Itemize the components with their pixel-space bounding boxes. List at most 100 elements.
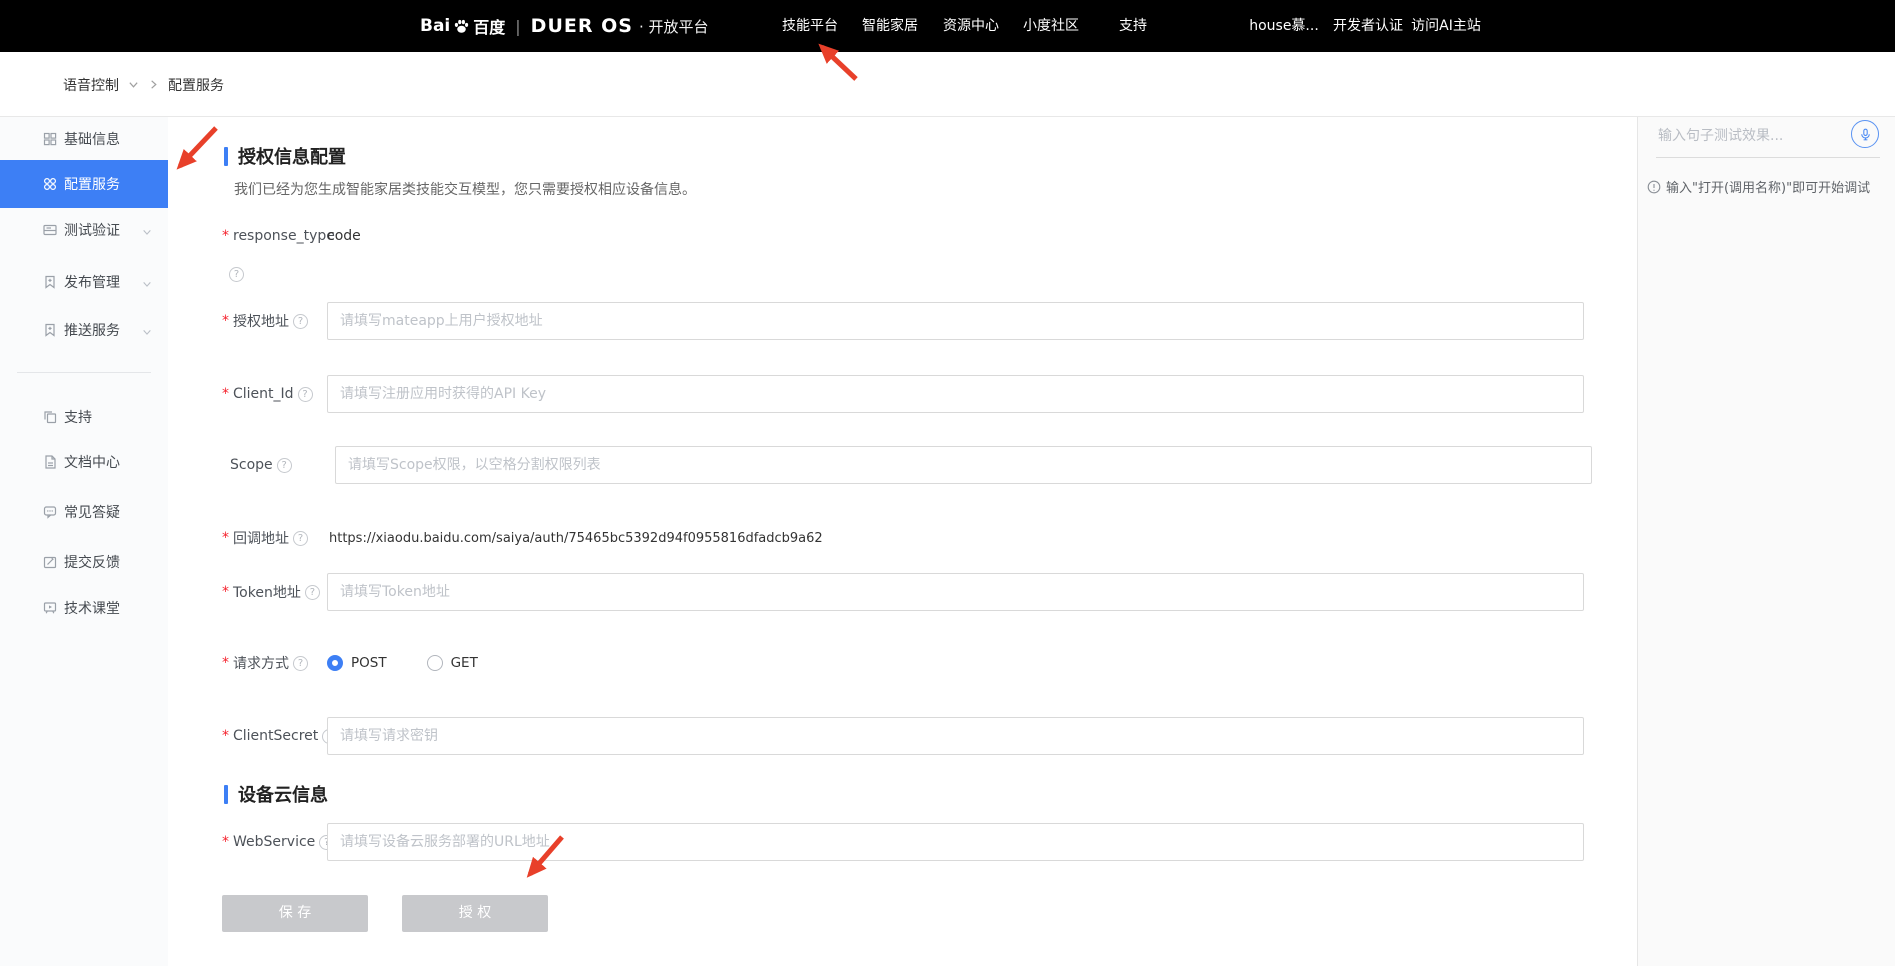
field-row-web-service: WebService xyxy=(222,823,1584,861)
sidebar-link-faq[interactable]: 常见答疑 xyxy=(0,490,168,534)
field-label: response_type xyxy=(222,228,327,244)
field-label: 回调地址 xyxy=(222,528,327,548)
title-accent-bar xyxy=(224,785,228,804)
brand-logo[interactable]: Bai 百度 | DUER OS · 开放平台 xyxy=(420,0,708,52)
help-icon[interactable] xyxy=(277,458,292,473)
radio-get[interactable] xyxy=(427,655,443,671)
token-url-input[interactable] xyxy=(327,573,1584,611)
test-card-icon xyxy=(42,222,58,238)
breadcrumb-parent[interactable]: 语音控制 xyxy=(63,75,119,95)
radio-post-label: POST xyxy=(351,655,387,671)
breadcrumb: 语音控制 配置服务 xyxy=(63,52,224,117)
dueros-wordmark: DUER OS xyxy=(531,15,633,37)
field-row-request-method: 请求方式 POST GET xyxy=(222,644,478,682)
chevron-down-icon xyxy=(142,325,152,335)
sidebar-link-doc-center[interactable]: 文档中心 xyxy=(0,440,168,484)
client-id-input[interactable] xyxy=(327,375,1584,413)
help-icon[interactable] xyxy=(229,267,244,282)
field-label: 请求方式 xyxy=(222,653,327,673)
nav-item-smart-home[interactable]: 智能家居 xyxy=(862,0,918,52)
help-icon[interactable] xyxy=(298,387,313,402)
sidebar-item-label: 基础信息 xyxy=(64,129,120,149)
brand-divider: | xyxy=(515,17,520,36)
user-account[interactable]: house慕... xyxy=(1249,0,1319,52)
field-row-client-secret: ClientSecret xyxy=(222,717,1584,755)
test-tip-text: 输入"打开(调用名称)"即可开始调试 xyxy=(1666,177,1870,196)
sidebar-link-tech-class[interactable]: 技术课堂 xyxy=(0,586,168,630)
help-icon[interactable] xyxy=(305,585,320,600)
nav-item-support[interactable]: 支持 xyxy=(1119,0,1147,52)
info-icon xyxy=(1647,180,1661,194)
field-label: Token地址 xyxy=(222,582,327,602)
document-icon xyxy=(42,454,58,470)
help-icon[interactable] xyxy=(293,314,308,329)
field-row-scope: Scope xyxy=(222,446,1592,484)
response-type-value: code xyxy=(327,228,361,244)
sidebar-item-label: 发布管理 xyxy=(64,272,120,292)
section-title-text: 授权信息配置 xyxy=(238,143,346,169)
title-accent-bar xyxy=(224,147,228,166)
top-navbar: Bai 百度 | DUER OS · 开放平台 技能平台 智能家居 资源中心 小… xyxy=(0,0,1895,52)
sidebar-divider xyxy=(17,372,151,373)
nav-item-visit-ai-site[interactable]: 访问AI主站 xyxy=(1411,0,1481,52)
sidebar-link-feedback[interactable]: 提交反馈 xyxy=(0,540,168,584)
dueros-console-page: Bai 百度 | DUER OS · 开放平台 技能平台 智能家居 资源中心 小… xyxy=(0,0,1895,966)
chevron-down-icon[interactable] xyxy=(128,79,139,90)
field-row-response-type: response_type code xyxy=(222,217,361,255)
sidebar-item-label: 配置服务 xyxy=(64,174,120,194)
field-row-client-id: Client_Id xyxy=(222,375,1584,413)
authorize-button[interactable]: 授 权 xyxy=(402,895,548,932)
chevron-right-icon xyxy=(148,79,159,90)
web-service-input[interactable] xyxy=(327,823,1584,861)
sidebar-item-config-service[interactable]: 配置服务 xyxy=(0,160,168,208)
sidebar-item-label: 测试验证 xyxy=(64,220,120,240)
open-platform-label: · 开放平台 xyxy=(639,16,709,37)
help-icon[interactable] xyxy=(293,531,308,546)
field-row-callback-url: 回调地址 https://xiaodu.baidu.com/saiya/auth… xyxy=(222,519,823,557)
left-sidebar: 基础信息 配置服务 测试验证 xyxy=(0,117,168,966)
sidebar-item-label: 提交反馈 xyxy=(64,552,120,572)
sidebar-item-test-verify[interactable]: 测试验证 xyxy=(0,208,168,252)
client-secret-input[interactable] xyxy=(327,717,1584,755)
scope-input[interactable] xyxy=(335,446,1592,484)
breadcrumb-current: 配置服务 xyxy=(168,75,224,95)
field-row-token-url: Token地址 xyxy=(222,573,1584,611)
baidu-cn-wordmark: 百度 xyxy=(473,14,505,38)
main-content: 授权信息配置 我们已经为您生成智能家居类技能交互模型，您只需要授权相应设备信息。… xyxy=(168,117,1637,966)
sidebar-item-push-service[interactable]: 推送服务 xyxy=(0,308,168,352)
test-input-underline xyxy=(1656,157,1880,158)
sidebar-item-label: 文档中心 xyxy=(64,452,120,472)
section-title-text: 设备云信息 xyxy=(238,781,328,807)
sidebar-item-label: 支持 xyxy=(64,407,92,427)
field-label: Scope xyxy=(222,457,335,473)
save-button[interactable]: 保 存 xyxy=(222,895,368,932)
bookmark-plus-icon xyxy=(42,322,58,338)
grid-icon xyxy=(42,131,58,147)
baidu-paw-icon xyxy=(452,17,471,36)
nav-item-skill-platform[interactable]: 技能平台 xyxy=(782,0,838,52)
field-label: ClientSecret xyxy=(222,728,327,744)
field-label: Client_Id xyxy=(222,386,327,402)
microphone-button[interactable] xyxy=(1851,120,1879,148)
auth-section-title: 授权信息配置 xyxy=(224,143,346,169)
sidebar-item-label: 技术课堂 xyxy=(64,598,120,618)
field-label: 授权地址 xyxy=(222,311,327,331)
sidebar-link-support[interactable]: 支持 xyxy=(0,395,168,439)
sidebar-item-publish-manage[interactable]: 发布管理 xyxy=(0,260,168,304)
radio-post[interactable] xyxy=(327,655,343,671)
presentation-play-icon xyxy=(42,600,58,616)
sidebar-item-basic-info[interactable]: 基础信息 xyxy=(0,117,168,161)
copy-icon xyxy=(42,409,58,425)
nav-item-xiaodu-community[interactable]: 小度社区 xyxy=(1023,0,1079,52)
device-cloud-section-title: 设备云信息 xyxy=(224,781,328,807)
test-sentence-input[interactable] xyxy=(1656,123,1845,149)
test-tip: 输入"打开(调用名称)"即可开始调试 xyxy=(1647,177,1870,196)
sidebar-item-label: 推送服务 xyxy=(64,320,120,340)
nav-item-resource-center[interactable]: 资源中心 xyxy=(943,0,999,52)
nav-item-developer-cert[interactable]: 开发者认证 xyxy=(1333,0,1403,52)
test-panel: 输入"打开(调用名称)"即可开始调试 xyxy=(1637,117,1895,966)
field-row-auth-url: 授权地址 xyxy=(222,302,1584,340)
chevron-down-icon xyxy=(142,225,152,235)
auth-url-input[interactable] xyxy=(327,302,1584,340)
help-icon[interactable] xyxy=(293,656,308,671)
